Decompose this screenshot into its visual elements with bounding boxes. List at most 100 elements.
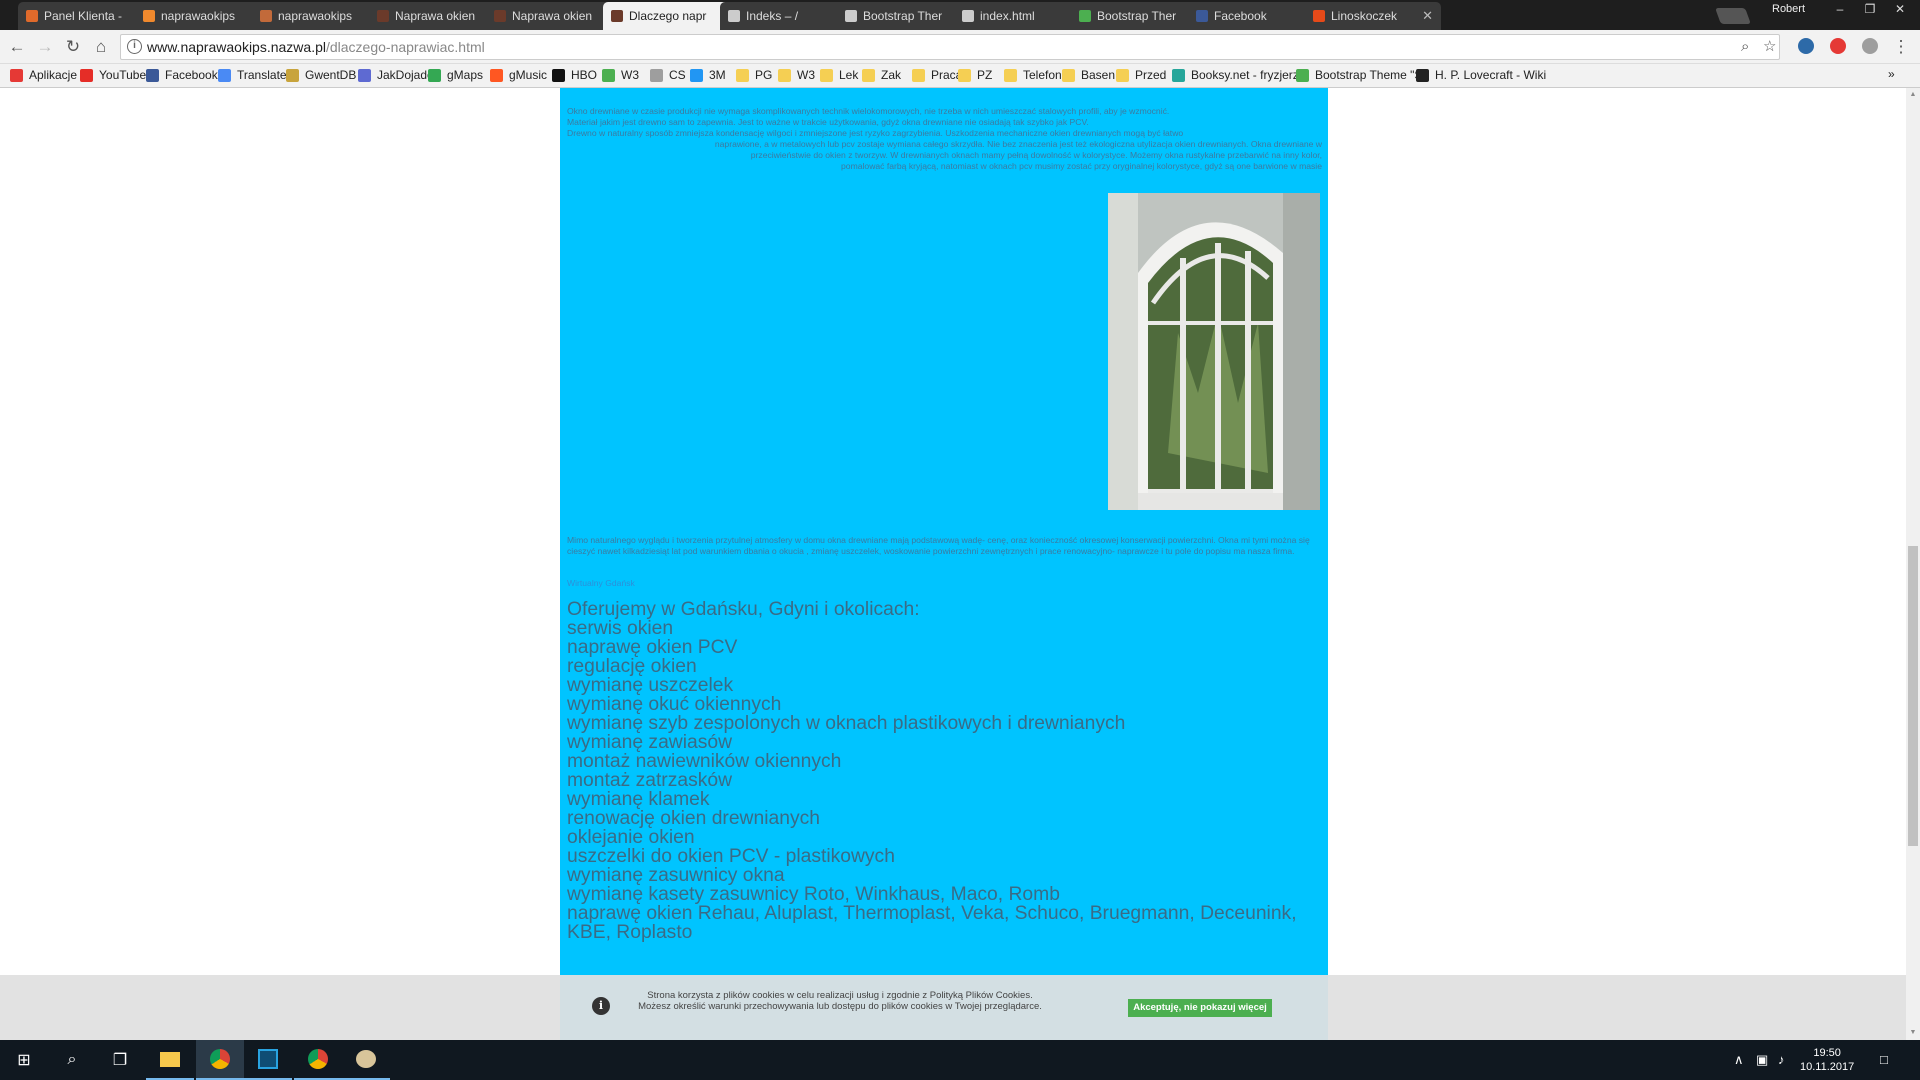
browser-tab[interactable]: Indeks – /✕ xyxy=(720,2,856,30)
bookmark-label: H. P. Lovecraft - Wiki xyxy=(1435,68,1547,82)
bookmark-item[interactable]: Przed xyxy=(1116,68,1166,82)
site-info-icon[interactable]: i xyxy=(127,39,142,54)
tab-label: Dlaczego napr xyxy=(629,9,707,23)
more-bookmarks-icon[interactable]: » xyxy=(1888,67,1895,81)
forward-button[interactable]: → xyxy=(34,37,56,57)
browser-tab[interactable]: Facebook✕ xyxy=(1188,2,1324,30)
bookmark-item[interactable]: Facebook xyxy=(146,68,218,82)
bookmark-item[interactable]: Telefon xyxy=(1004,68,1062,82)
network-icon[interactable]: ▣ xyxy=(1756,1052,1768,1068)
chrome-icon[interactable] xyxy=(196,1040,244,1080)
bookmark-label: Przed xyxy=(1135,68,1167,82)
bookmark-item[interactable]: gMaps xyxy=(428,68,483,82)
text-line: pomalować farbą kryjącą, natomiast w okn… xyxy=(841,161,1322,171)
search-icon[interactable]: ⌕ xyxy=(1741,35,1749,59)
tab-favicon-icon xyxy=(845,10,857,22)
bookmark-item[interactable]: Praca xyxy=(912,68,962,82)
bookmark-favicon-icon xyxy=(778,68,791,82)
bookmark-item[interactable]: H. P. Lovecraft - Wiki xyxy=(1416,68,1546,82)
clock-time: 19:50 xyxy=(1813,1047,1841,1059)
bookmark-item[interactable]: PZ xyxy=(958,68,992,82)
bookmark-favicon-icon xyxy=(428,68,441,82)
bookmark-item[interactable]: Bootstrap Theme "Si xyxy=(1296,68,1425,82)
menu-icon[interactable]: ⋮ xyxy=(1890,37,1912,57)
bookmark-item[interactable]: Basen xyxy=(1062,68,1115,82)
restore-button[interactable]: ❐ xyxy=(1856,0,1884,18)
bookmark-item[interactable]: Aplikacje xyxy=(10,68,77,82)
bookmark-item[interactable]: HBO xyxy=(552,68,597,82)
tab-favicon-icon xyxy=(1196,10,1208,22)
bookmark-item[interactable]: Booksy.net - fryzjerzy xyxy=(1172,68,1305,82)
back-button[interactable]: ← xyxy=(6,37,28,57)
bookmark-item[interactable]: gMusic xyxy=(490,68,547,82)
start-windows-icon[interactable]: ⊞ xyxy=(0,1040,48,1080)
minimize-button[interactable]: – xyxy=(1826,0,1854,18)
map-link[interactable]: Wirtualny Gdańsk xyxy=(567,578,635,588)
extension-icon[interactable] xyxy=(1862,38,1878,54)
bookmark-item[interactable]: 3M xyxy=(690,68,726,82)
paint-icon[interactable] xyxy=(342,1040,390,1080)
scroll-up-icon[interactable]: ▲ xyxy=(1906,88,1920,102)
bookmark-label: CS xyxy=(669,68,686,82)
browser-tab[interactable]: Naprawa okien✕ xyxy=(369,2,505,30)
address-bar[interactable]: i www.naprawaokips.nazwa.pl/dlaczego-nap… xyxy=(120,34,1780,60)
bookmark-item[interactable]: PG xyxy=(736,68,772,82)
accept-cookies-button[interactable]: Akceptuję, nie pokazuj więcej xyxy=(1128,999,1272,1017)
browser-tab[interactable]: naprawaokips✕ xyxy=(135,2,271,30)
bookmark-item[interactable]: GwentDB xyxy=(286,68,356,82)
bookmark-star-icon[interactable]: ☆ xyxy=(1763,35,1776,59)
bookmark-label: PG xyxy=(755,68,773,82)
bookmark-item[interactable]: CS xyxy=(650,68,686,82)
bookmark-favicon-icon xyxy=(1172,68,1185,82)
bookmark-item[interactable]: YouTube xyxy=(80,68,146,82)
text-line: Materiał jakim jest drewno sam to zapewn… xyxy=(567,117,1089,127)
notifications-icon[interactable]: □ xyxy=(1880,1052,1888,1067)
bookmark-favicon-icon xyxy=(736,68,749,82)
browser-tab[interactable]: index.html✕ xyxy=(954,2,1090,30)
browser-tab[interactable]: Bootstrap Ther✕ xyxy=(1071,2,1207,30)
bookmark-label: PZ xyxy=(977,68,993,82)
scrollbar-thumb[interactable] xyxy=(1908,546,1918,846)
clock[interactable]: 19:50 10.11.2017 xyxy=(1800,1046,1854,1074)
chrome-icon[interactable] xyxy=(294,1040,342,1080)
browser-tab[interactable]: naprawaokips✕ xyxy=(252,2,388,30)
bookmark-favicon-icon xyxy=(358,68,371,82)
browser-tab[interactable]: Bootstrap Ther✕ xyxy=(837,2,973,30)
bookmark-label: HBO xyxy=(571,68,598,82)
extension-icon[interactable] xyxy=(1798,38,1814,54)
tab-label: Bootstrap Ther xyxy=(1097,9,1177,23)
offer-item: wymianę kasety zasuwnicy Roto, Winkhaus,… xyxy=(567,884,1060,905)
scroll-down-icon[interactable]: ▼ xyxy=(1906,1026,1920,1040)
reload-button[interactable]: ↻ xyxy=(62,37,84,57)
app-icon[interactable] xyxy=(244,1040,292,1080)
task-view-icon[interactable]: ❐ xyxy=(96,1040,144,1080)
close-tab-icon[interactable]: ✕ xyxy=(1422,8,1433,24)
browser-tab[interactable]: Dlaczego napr✕ xyxy=(603,2,739,30)
browser-tab[interactable]: Naprawa okien✕ xyxy=(486,2,622,30)
file-explorer-icon[interactable] xyxy=(146,1040,194,1080)
browser-tab[interactable]: Linoskoczek ✕ xyxy=(1305,2,1441,30)
bookmark-favicon-icon xyxy=(146,68,159,82)
bookmark-item[interactable]: W3 xyxy=(602,68,639,82)
search-icon[interactable]: ⌕ xyxy=(48,1040,96,1080)
bookmark-item[interactable]: Lek xyxy=(820,68,858,82)
bookmark-favicon-icon xyxy=(690,68,703,82)
intro-paragraph: Okno drewniane w czasie produkcji nie wy… xyxy=(567,106,1322,172)
bookmark-item[interactable]: Translate xyxy=(218,68,287,82)
profile-name[interactable]: Robert xyxy=(1772,3,1805,15)
close-window-button[interactable]: ✕ xyxy=(1886,0,1914,18)
home-button[interactable]: ⌂ xyxy=(90,37,112,57)
adblock-icon[interactable] xyxy=(1830,38,1846,54)
browser-tab[interactable]: Panel Klienta -✕ xyxy=(18,2,154,30)
tray-chevron-icon[interactable]: ∧ xyxy=(1734,1052,1744,1068)
bookmark-label: Zak xyxy=(881,68,902,82)
bookmark-item[interactable]: W3 xyxy=(778,68,815,82)
bookmark-favicon-icon xyxy=(602,68,615,82)
tab-favicon-icon xyxy=(377,10,389,22)
page-scrollbar[interactable]: ▲ ▼ xyxy=(1906,88,1920,1040)
bookmark-item[interactable]: Zak xyxy=(862,68,901,82)
new-tab-button[interactable] xyxy=(1715,8,1751,24)
volume-icon[interactable]: ♪ xyxy=(1778,1052,1785,1067)
bookmark-item[interactable]: JakDojade xyxy=(358,68,434,82)
offer-section: Oferujemy w Gdańsku, Gdyni i okolicach: … xyxy=(567,600,1327,942)
